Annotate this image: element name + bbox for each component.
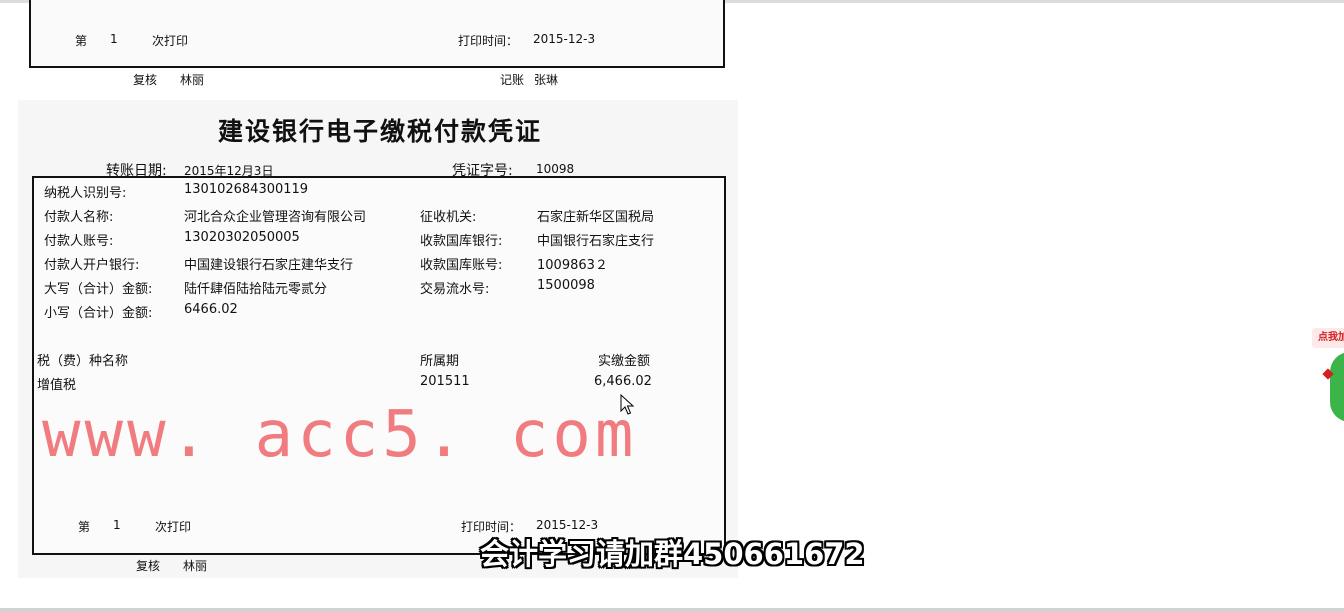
prev-reviewer-label: 复核: [133, 73, 158, 87]
video-subtitle: 会计学习请加群450661672: [480, 537, 865, 571]
payer-account-label: 付款人账号:: [44, 234, 114, 249]
side-widget-label[interactable]: 点我加: [1312, 328, 1344, 348]
treasury-bank: 中国银行石家庄支行: [537, 234, 655, 249]
print-count-prefix: 第: [78, 520, 91, 534]
table-row-amount: 6,466.02: [594, 374, 652, 389]
side-widget[interactable]: 点我加: [1310, 328, 1344, 428]
table-header-tax-type: 税（费）种名称: [37, 354, 129, 369]
prev-print-count-prefix: 第: [75, 34, 88, 48]
voucher-title: 建设银行电子缴税付款凭证: [217, 117, 542, 146]
serial-label: 交易流水号:: [420, 282, 490, 297]
prev-bookkeeper: 张琳: [534, 73, 559, 87]
table-header-period: 所属期: [420, 354, 460, 369]
print-count-suffix: 次打印: [155, 520, 192, 534]
amount-upper-label: 大写（合计）金额:: [44, 282, 153, 297]
collector-label: 征收机关:: [420, 210, 477, 225]
print-time: 2015-12-3: [536, 518, 599, 532]
table-row-period: 201511: [420, 374, 470, 389]
reviewer: 林丽: [183, 559, 208, 573]
prev-bookkeeper-label: 记账: [500, 73, 525, 87]
payer-name-label: 付款人名称:: [44, 210, 114, 225]
print-count: 1: [113, 518, 121, 532]
payer-name: 河北合众企业管理咨询有限公司: [184, 210, 367, 225]
taxpayer-id: 130102684300119: [184, 182, 309, 197]
treasury-bank-label: 收款国库银行:: [420, 234, 503, 249]
watermark-text: www. acc5. com: [42, 398, 638, 472]
amount-upper: 陆仟肆佰陆拾陆元零贰分: [184, 282, 328, 297]
payer-bank: 中国建设银行石家庄建华支行: [184, 258, 354, 273]
collector: 石家庄新华区国税局: [537, 210, 655, 225]
prev-reviewer: 林丽: [180, 73, 205, 87]
prev-print-count: 1: [110, 32, 118, 46]
prev-print-time: 2015-12-3: [533, 32, 596, 46]
payer-account: 13020302050005: [184, 230, 300, 245]
voucher-no: 10098: [536, 162, 575, 176]
amount-lower-label: 小写（合计）金额:: [44, 306, 153, 321]
treasury-account-label: 收款国库账号:: [420, 258, 503, 273]
treasury-account: 1009863２: [537, 258, 608, 273]
prev-print-time-label: 打印时间：: [458, 34, 519, 48]
table-row-tax-type: 增值税: [37, 378, 77, 393]
taxpayer-id-label: 纳税人识别号:: [44, 186, 127, 201]
mascot-icon[interactable]: [1330, 352, 1344, 422]
amount-lower: 6466.02: [184, 302, 238, 317]
bottom-edge: [0, 608, 1344, 612]
table-header-amount: 实缴金额: [598, 354, 651, 369]
mouse-cursor-icon: [620, 394, 635, 415]
prev-print-count-suffix: 次打印: [152, 34, 189, 48]
previous-voucher-box: [29, 0, 725, 68]
serial: 1500098: [537, 278, 595, 293]
payer-bank-label: 付款人开户银行:: [44, 258, 140, 273]
reviewer-label: 复核: [136, 559, 161, 573]
